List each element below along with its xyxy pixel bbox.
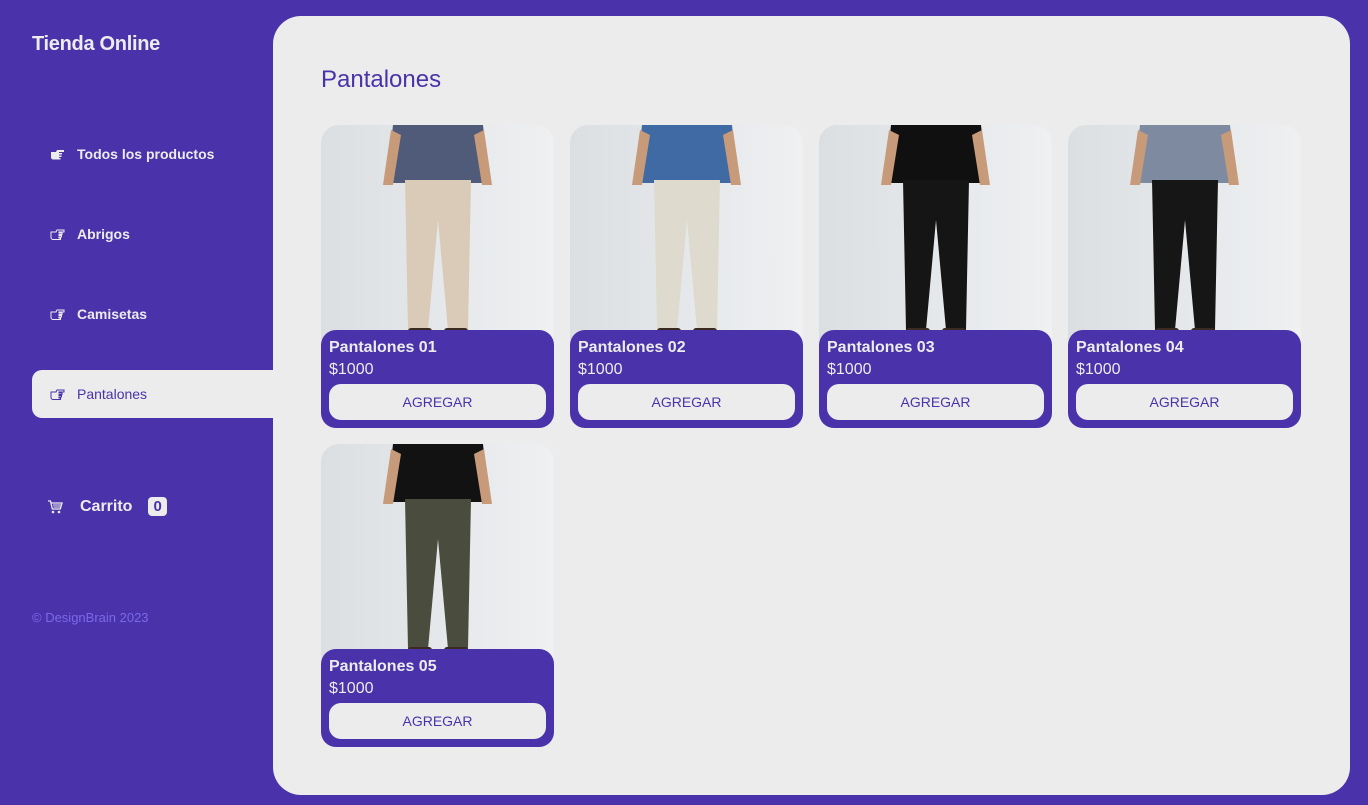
product-price: $1000 — [578, 361, 623, 378]
product-image — [819, 125, 1052, 340]
sidebar-item-label: Todos los productos — [77, 146, 215, 162]
product-grid: Pantalones 01 $1000 AGREGAR Pantalones 0… — [321, 125, 1303, 747]
add-to-cart-button[interactable]: AGREGAR — [329, 703, 546, 739]
product-card: Pantalones 03 $1000 AGREGAR — [819, 125, 1052, 428]
sidebar: Tienda Online Todos los productos Abrigo… — [0, 0, 273, 805]
product-image — [570, 125, 803, 340]
product-price: $1000 — [329, 680, 374, 697]
sidebar-item-label: Camisetas — [77, 306, 148, 322]
brand-title: Tienda Online — [32, 33, 160, 55]
pointing-hand-filled-icon — [47, 146, 67, 162]
sidebar-item-todos[interactable]: Todos los productos — [32, 130, 273, 178]
add-to-cart-button[interactable]: AGREGAR — [329, 384, 546, 420]
pointing-hand-icon — [47, 306, 67, 322]
product-card: Pantalones 04 $1000 AGREGAR — [1068, 125, 1301, 428]
add-to-cart-button[interactable]: AGREGAR — [578, 384, 795, 420]
product-info: Pantalones 03 $1000 AGREGAR — [819, 330, 1052, 428]
sidebar-item-label: Abrigos — [77, 226, 130, 242]
product-info: Pantalones 04 $1000 AGREGAR — [1068, 330, 1301, 428]
sidebar-item-label: Pantalones — [77, 386, 148, 402]
footer-copyright: © DesignBrain 2023 — [32, 610, 149, 625]
product-name: Pantalones 02 — [578, 339, 686, 356]
product-name: Pantalones 03 — [827, 339, 935, 356]
product-info: Pantalones 05 $1000 AGREGAR — [321, 649, 554, 747]
main-content: Pantalones Pantalones 01 $1000 AGREGAR P… — [273, 16, 1350, 795]
product-price: $1000 — [329, 361, 374, 378]
product-info: Pantalones 01 $1000 AGREGAR — [321, 330, 554, 428]
cart-label: Carrito — [80, 497, 133, 515]
product-card: Pantalones 01 $1000 AGREGAR — [321, 125, 554, 428]
sidebar-item-pantalones[interactable]: Pantalones — [32, 370, 273, 418]
sidebar-item-abrigos[interactable]: Abrigos — [32, 210, 273, 258]
product-image — [321, 125, 554, 340]
product-image — [321, 444, 554, 659]
product-card: Pantalones 05 $1000 AGREGAR — [321, 444, 554, 747]
pointing-hand-icon — [47, 226, 67, 242]
category-menu: Todos los productos Abrigos Camisetas Pa… — [32, 130, 273, 450]
cart-button[interactable]: Carrito 0 — [47, 497, 167, 516]
product-name: Pantalones 04 — [1076, 339, 1184, 356]
product-price: $1000 — [1076, 361, 1121, 378]
add-to-cart-button[interactable]: AGREGAR — [827, 384, 1044, 420]
product-image — [1068, 125, 1301, 340]
add-to-cart-button[interactable]: AGREGAR — [1076, 384, 1293, 420]
pointing-hand-icon — [47, 386, 67, 402]
product-card: Pantalones 02 $1000 AGREGAR — [570, 125, 803, 428]
product-name: Pantalones 05 — [329, 658, 437, 675]
product-info: Pantalones 02 $1000 AGREGAR — [570, 330, 803, 428]
product-price: $1000 — [827, 361, 872, 378]
product-name: Pantalones 01 — [329, 339, 437, 356]
page-title: Pantalones — [321, 66, 442, 93]
cart-count-badge: 0 — [148, 497, 167, 516]
cart-icon — [47, 499, 63, 515]
sidebar-item-camisetas[interactable]: Camisetas — [32, 290, 273, 338]
